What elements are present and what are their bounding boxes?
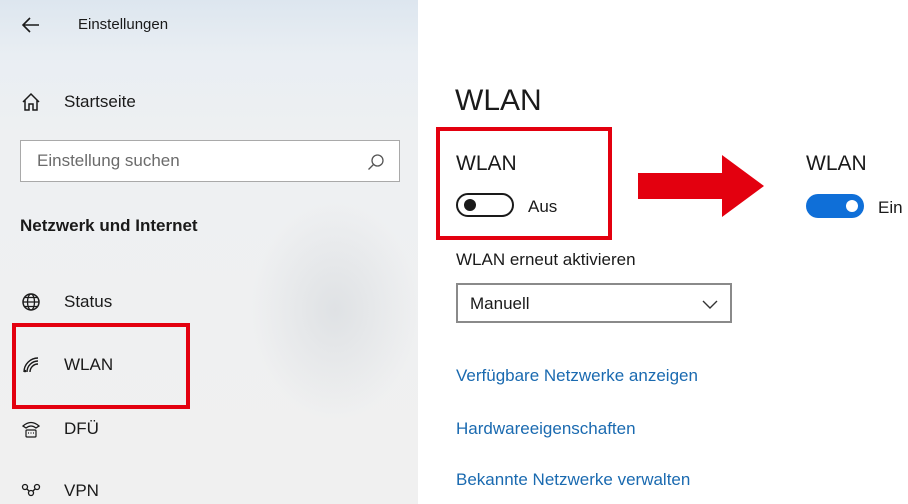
- dialup-icon: [20, 418, 42, 440]
- sidebar: Einstellungen Startseite Netzwerk und In…: [0, 0, 420, 504]
- link-manage-known-networks[interactable]: Bekannte Netzwerke verwalten: [456, 470, 690, 490]
- toggle-knob: [464, 199, 476, 211]
- wlan-toggle-label-on: WLAN: [806, 152, 867, 175]
- page-title: WLAN: [455, 84, 542, 117]
- section-title: Netzwerk und Internet: [20, 216, 198, 235]
- home-icon: [20, 91, 42, 113]
- sidebar-item-status[interactable]: Status: [20, 287, 112, 317]
- reactivate-dropdown[interactable]: Manuell: [456, 283, 732, 323]
- highlight-box-sidebar-wlan: [12, 323, 190, 409]
- arrow-left-icon[interactable]: [20, 14, 42, 36]
- sidebar-item-dfue[interactable]: DFÜ: [20, 414, 99, 444]
- wlan-toggle-on[interactable]: [806, 194, 864, 218]
- wlan-toggle-label-off: WLAN: [456, 152, 517, 175]
- chevron-down-icon: [702, 297, 718, 309]
- arrow-right-icon: [638, 155, 764, 217]
- sidebar-background-glow: [250, 200, 420, 420]
- globe-icon: [20, 291, 42, 313]
- highlight-box-wlan-toggle: [436, 127, 612, 240]
- dropdown-value: Manuell: [470, 294, 530, 313]
- title-bar: Einstellungen: [0, 0, 418, 52]
- wlan-toggle-off[interactable]: [456, 193, 514, 217]
- toggle-state-label: Ein: [878, 198, 903, 217]
- search-input[interactable]: [21, 141, 351, 181]
- sidebar-item-label: Status: [64, 292, 113, 311]
- window-title: Einstellungen: [78, 16, 169, 33]
- reactivate-label: WLAN erneut aktivieren: [456, 250, 636, 269]
- toggle-knob: [846, 200, 858, 212]
- search-icon[interactable]: [367, 153, 385, 171]
- search-box: [20, 140, 400, 182]
- link-available-networks[interactable]: Verfügbare Netzwerke anzeigen: [456, 366, 698, 386]
- sidebar-item-home[interactable]: Startseite: [20, 88, 136, 116]
- sidebar-item-vpn[interactable]: VPN: [20, 476, 99, 504]
- link-hardware-properties[interactable]: Hardwareeigenschaften: [456, 419, 636, 439]
- vpn-icon: [20, 480, 42, 502]
- sidebar-item-label: DFÜ: [64, 419, 99, 438]
- toggle-state-label: Aus: [528, 197, 558, 216]
- sidebar-item-label: VPN: [64, 481, 99, 500]
- sidebar-item-label: Startseite: [64, 92, 136, 111]
